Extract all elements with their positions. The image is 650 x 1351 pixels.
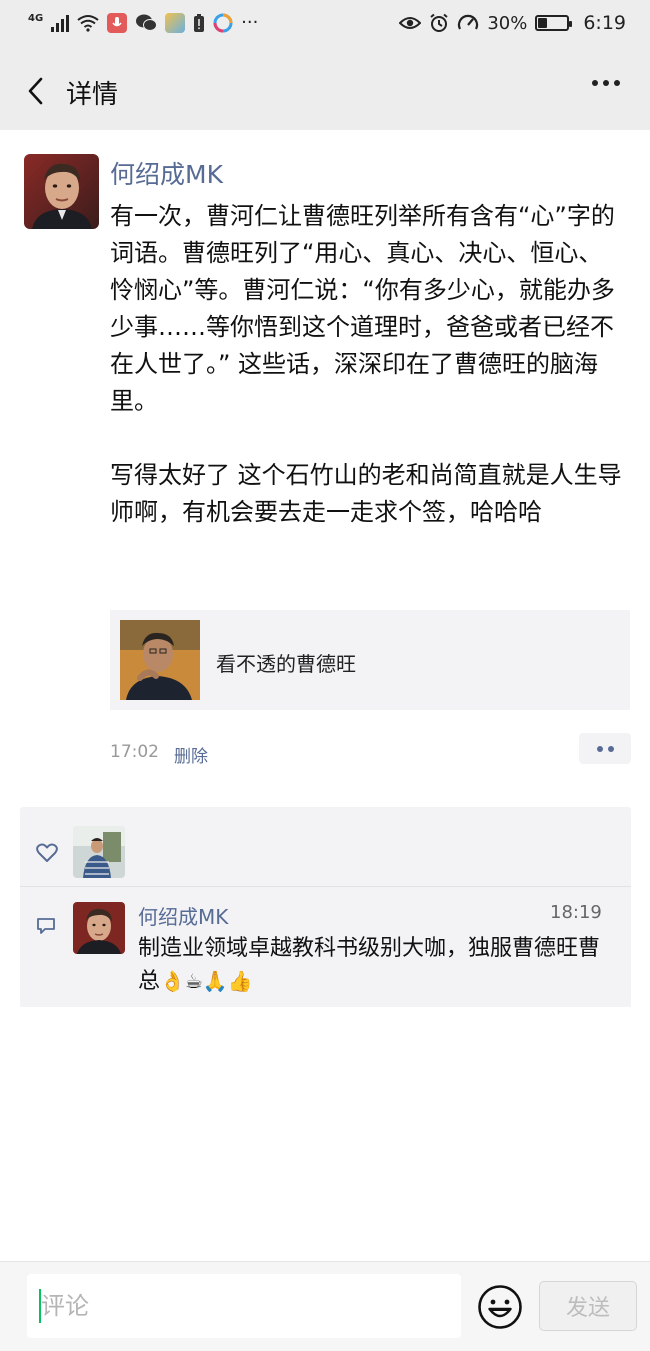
post-text: 有一次，曹河仁让曹德旺列举所有含有“心”字的词语。曹德旺列了“用心、真心、决心、…	[110, 202, 622, 526]
more-notifications-icon: ···	[241, 12, 259, 33]
commenter-avatar[interactable]	[73, 902, 125, 954]
post-author-name[interactable]: 何绍成MK	[110, 155, 223, 191]
ok-hand-emoji: 👌	[160, 969, 185, 993]
comment-timestamp: 18:19	[550, 902, 602, 923]
liker-avatar[interactable]	[73, 826, 125, 878]
likes-panel	[20, 807, 631, 886]
comment-author-name[interactable]: 何绍成MK	[138, 901, 228, 930]
network-label: 4G	[28, 13, 44, 24]
coffee-emoji: ☕	[184, 969, 203, 993]
article-title: 看不透的曹德旺	[216, 652, 356, 676]
status-left: 4G ···	[28, 12, 258, 33]
back-arrow-icon	[28, 77, 43, 105]
alarm-icon	[430, 13, 448, 32]
wechat-icon	[136, 14, 158, 31]
thumbs-up-emoji: 👍	[227, 969, 253, 993]
pray-emoji: 🙏	[202, 969, 228, 993]
eye-comfort-icon	[399, 17, 422, 29]
comments-panel: 何绍成MK 18:19 制造业领域卓越教科书级别大咖，独服曹德旺曹总👌☕🙏👍	[20, 887, 631, 1007]
heart-icon	[36, 843, 58, 862]
page-title: 详情	[66, 80, 119, 110]
app-shortcut-icon	[213, 13, 233, 32]
send-button[interactable]: 发送	[539, 1281, 637, 1331]
alert-battery-icon	[194, 13, 205, 32]
more-options-button[interactable]	[592, 80, 620, 86]
speed-gauge-icon	[458, 14, 479, 30]
status-bar: 4G ··· 30% 6:19	[0, 0, 650, 52]
comment-input[interactable]	[27, 1274, 461, 1338]
delete-post-link[interactable]: 删除	[174, 742, 208, 767]
recorder-icon	[107, 12, 128, 33]
back-button[interactable]	[18, 72, 52, 110]
author-avatar[interactable]	[24, 154, 99, 229]
article-thumbnail	[120, 620, 200, 700]
text-cursor	[39, 1289, 41, 1323]
nav-bar: 详情	[0, 52, 650, 130]
wifi-icon	[77, 14, 99, 32]
like-comment-menu-button[interactable]	[579, 733, 631, 764]
status-right: 30% 6:19	[399, 12, 626, 34]
battery-fill	[538, 18, 548, 28]
comment-text: 制造业领域卓越教科书级别大咖，独服曹德旺曹总👌☕🙏👍	[138, 933, 614, 998]
clock: 6:19	[583, 12, 626, 34]
post-timestamp: 17:02	[110, 742, 159, 762]
comment-icon	[37, 918, 55, 934]
emoji-picker-button[interactable]	[477, 1284, 523, 1330]
battery-percent: 30%	[487, 12, 528, 34]
battery-icon	[535, 15, 573, 31]
shared-article-card[interactable]: 看不透的曹德旺	[110, 610, 630, 710]
signal-icon	[51, 14, 70, 32]
gallery-icon	[165, 12, 186, 33]
